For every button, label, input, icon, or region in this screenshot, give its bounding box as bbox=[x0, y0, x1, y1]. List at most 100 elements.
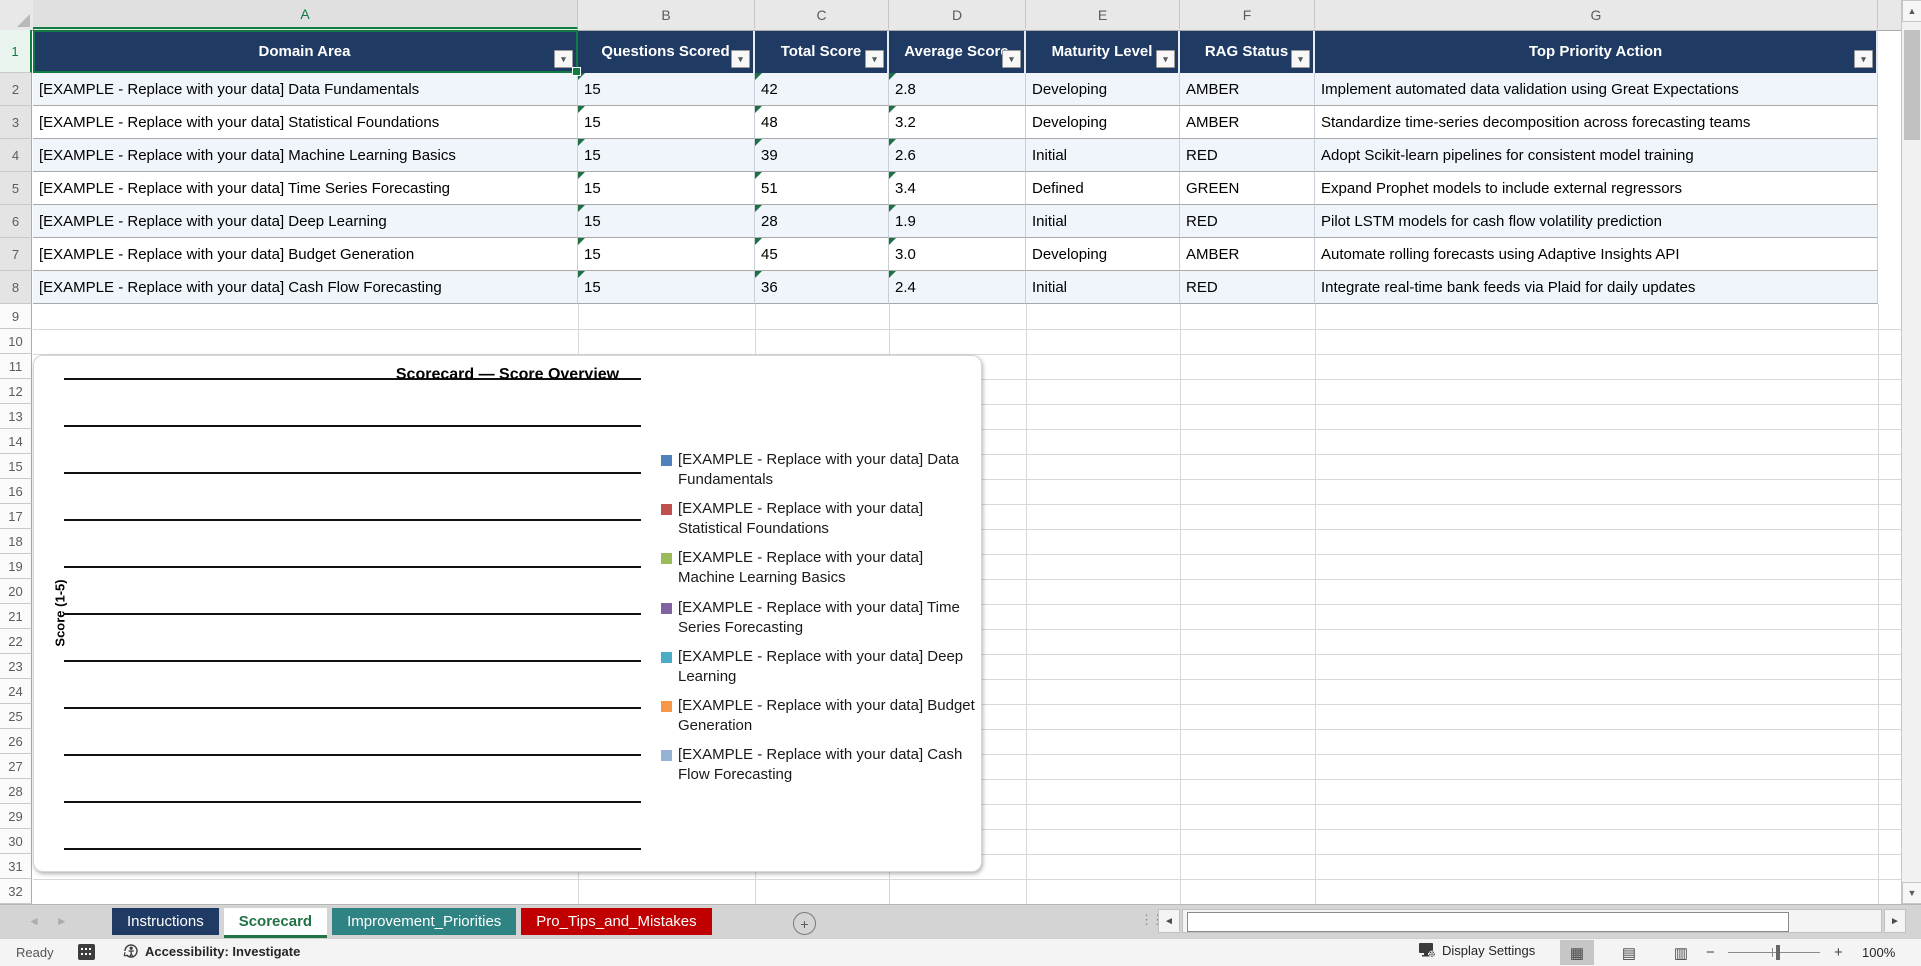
scorecard-chart[interactable]: Scorecard — Score Overview Score (1-5) [… bbox=[33, 355, 982, 872]
legend-item[interactable]: [EXAMPLE - Replace with your data] Machi… bbox=[661, 548, 976, 588]
row-header-32[interactable]: 32 bbox=[0, 879, 32, 904]
row-header-14[interactable]: 14 bbox=[0, 429, 32, 454]
cell-maturity-row7[interactable]: Developing bbox=[1026, 238, 1180, 271]
row-header-20[interactable]: 20 bbox=[0, 579, 32, 604]
cell-average-row8[interactable]: 2.4 bbox=[889, 271, 1026, 304]
table-header-rag-status[interactable]: RAG Status ▾ bbox=[1180, 30, 1315, 73]
row-header-9[interactable]: 9 bbox=[0, 304, 32, 329]
column-header-g[interactable]: G bbox=[1315, 0, 1878, 29]
row-header-21[interactable]: 21 bbox=[0, 604, 32, 629]
legend-item[interactable]: [EXAMPLE - Replace with your data] Data … bbox=[661, 450, 976, 490]
column-header-e[interactable]: E bbox=[1026, 0, 1180, 29]
view-page-layout-button[interactable]: ▤ bbox=[1612, 940, 1646, 965]
cell-rag-row2[interactable]: AMBER bbox=[1180, 73, 1315, 106]
column-header-d[interactable]: D bbox=[889, 0, 1026, 29]
row-header-24[interactable]: 24 bbox=[0, 679, 32, 704]
cell-rag-row7[interactable]: AMBER bbox=[1180, 238, 1315, 271]
vertical-scrollbar[interactable]: ▲ ▼ bbox=[1901, 0, 1921, 904]
cell-rag-row4[interactable]: RED bbox=[1180, 139, 1315, 172]
table-header-average-score[interactable]: Average Score ▾ bbox=[889, 30, 1026, 73]
horizontal-scrollbar-thumb[interactable] bbox=[1187, 912, 1789, 932]
row-header-29[interactable]: 29 bbox=[0, 804, 32, 829]
view-page-break-button[interactable]: ▥ bbox=[1664, 940, 1698, 965]
cell-total-row5[interactable]: 51 bbox=[755, 172, 889, 205]
cell-action-row5[interactable]: Expand Prophet models to include externa… bbox=[1315, 172, 1878, 205]
cell-action-row3[interactable]: Standardize time-series decomposition ac… bbox=[1315, 106, 1878, 139]
cell-total-row7[interactable]: 45 bbox=[755, 238, 889, 271]
cell-average-row4[interactable]: 2.6 bbox=[889, 139, 1026, 172]
cell-action-row7[interactable]: Automate rolling forecasts using Adaptiv… bbox=[1315, 238, 1878, 271]
row-header-10[interactable]: 10 bbox=[0, 329, 32, 354]
column-header-a[interactable]: A bbox=[33, 0, 578, 29]
filter-dropdown-icon[interactable]: ▾ bbox=[865, 50, 884, 68]
table-header-top-priority-action[interactable]: Top Priority Action ▾ bbox=[1315, 30, 1878, 73]
zoom-slider-thumb[interactable] bbox=[1776, 945, 1780, 960]
sheet-tab-scorecard[interactable]: Scorecard bbox=[223, 908, 328, 938]
row-header-15[interactable]: 15 bbox=[0, 454, 32, 479]
cell-domain-row5[interactable]: [EXAMPLE - Replace with your data] Time … bbox=[33, 172, 578, 205]
horizontal-scrollbar[interactable] bbox=[1182, 909, 1882, 933]
cell-questions-row5[interactable]: 15 bbox=[578, 172, 755, 205]
filter-dropdown-icon[interactable]: ▾ bbox=[1156, 50, 1175, 68]
sheet-tab-instructions[interactable]: Instructions bbox=[112, 908, 219, 935]
vertical-scrollbar-thumb[interactable] bbox=[1904, 30, 1920, 140]
table-header-maturity-level[interactable]: Maturity Level ▾ bbox=[1026, 30, 1180, 73]
cell-average-row5[interactable]: 3.4 bbox=[889, 172, 1026, 205]
sheet-tab-improvement_priorities[interactable]: Improvement_Priorities bbox=[332, 908, 517, 935]
scroll-right-icon[interactable]: ► bbox=[1884, 909, 1906, 933]
column-header-f[interactable]: F bbox=[1180, 0, 1315, 29]
select-all-corner[interactable] bbox=[0, 0, 34, 30]
zoom-in-button[interactable]: + bbox=[1834, 944, 1843, 961]
legend-item[interactable]: [EXAMPLE - Replace with your data] Budge… bbox=[661, 696, 976, 736]
display-settings-button[interactable]: Display Settings bbox=[1418, 942, 1535, 959]
cell-total-row4[interactable]: 39 bbox=[755, 139, 889, 172]
cell-maturity-row4[interactable]: Initial bbox=[1026, 139, 1180, 172]
cell-rag-row6[interactable]: RED bbox=[1180, 205, 1315, 238]
filter-dropdown-icon[interactable]: ▾ bbox=[554, 50, 573, 68]
legend-item[interactable]: [EXAMPLE - Replace with your data] Cash … bbox=[661, 745, 976, 785]
cell-domain-row3[interactable]: [EXAMPLE - Replace with your data] Stati… bbox=[33, 106, 578, 139]
column-header-b[interactable]: B bbox=[578, 0, 755, 29]
zoom-level[interactable]: 100% bbox=[1862, 945, 1895, 960]
cell-domain-row7[interactable]: [EXAMPLE - Replace with your data] Budge… bbox=[33, 238, 578, 271]
cell-action-row4[interactable]: Adopt Scikit-learn pipelines for consist… bbox=[1315, 139, 1878, 172]
cell-maturity-row5[interactable]: Defined bbox=[1026, 172, 1180, 205]
filter-dropdown-icon[interactable]: ▾ bbox=[1002, 50, 1021, 68]
row-header-1[interactable]: 1 bbox=[0, 30, 32, 73]
row-header-30[interactable]: 30 bbox=[0, 829, 32, 854]
cell-rag-row8[interactable]: RED bbox=[1180, 271, 1315, 304]
row-header-31[interactable]: 31 bbox=[0, 854, 32, 879]
row-header-6[interactable]: 6 bbox=[0, 205, 32, 238]
cell-domain-row4[interactable]: [EXAMPLE - Replace with your data] Machi… bbox=[33, 139, 578, 172]
zoom-slider-track[interactable] bbox=[1728, 952, 1820, 953]
row-header-23[interactable]: 23 bbox=[0, 654, 32, 679]
table-header-total-score[interactable]: Total Score ▾ bbox=[755, 30, 889, 73]
cell-questions-row3[interactable]: 15 bbox=[578, 106, 755, 139]
zoom-out-button[interactable]: − bbox=[1706, 944, 1715, 961]
add-sheet-button[interactable]: + bbox=[793, 912, 816, 935]
cell-total-row3[interactable]: 48 bbox=[755, 106, 889, 139]
sheet-tab-pro_tips_and_mistakes[interactable]: Pro_Tips_and_Mistakes bbox=[521, 908, 712, 935]
filter-dropdown-icon[interactable]: ▾ bbox=[1291, 50, 1310, 68]
row-header-4[interactable]: 4 bbox=[0, 139, 32, 172]
cell-action-row2[interactable]: Implement automated data validation usin… bbox=[1315, 73, 1878, 106]
cell-maturity-row3[interactable]: Developing bbox=[1026, 106, 1180, 139]
cell-domain-row8[interactable]: [EXAMPLE - Replace with your data] Cash … bbox=[33, 271, 578, 304]
cell-questions-row6[interactable]: 15 bbox=[578, 205, 755, 238]
filter-dropdown-icon[interactable]: ▾ bbox=[731, 50, 750, 68]
row-header-16[interactable]: 16 bbox=[0, 479, 32, 504]
row-header-27[interactable]: 27 bbox=[0, 754, 32, 779]
cell-action-row8[interactable]: Integrate real-time bank feeds via Plaid… bbox=[1315, 271, 1878, 304]
row-header-3[interactable]: 3 bbox=[0, 106, 32, 139]
cell-average-row6[interactable]: 1.9 bbox=[889, 205, 1026, 238]
cell-questions-row8[interactable]: 15 bbox=[578, 271, 755, 304]
table-header-domain-area[interactable]: Domain Area ▾ bbox=[33, 30, 578, 73]
cell-total-row2[interactable]: 42 bbox=[755, 73, 889, 106]
cell-maturity-row8[interactable]: Initial bbox=[1026, 271, 1180, 304]
scroll-down-icon[interactable]: ▼ bbox=[1902, 882, 1921, 904]
row-header-2[interactable]: 2 bbox=[0, 73, 32, 106]
row-header-5[interactable]: 5 bbox=[0, 172, 32, 205]
row-header-11[interactable]: 11 bbox=[0, 354, 32, 379]
row-header-19[interactable]: 19 bbox=[0, 554, 32, 579]
filter-dropdown-icon[interactable]: ▾ bbox=[1854, 50, 1873, 68]
